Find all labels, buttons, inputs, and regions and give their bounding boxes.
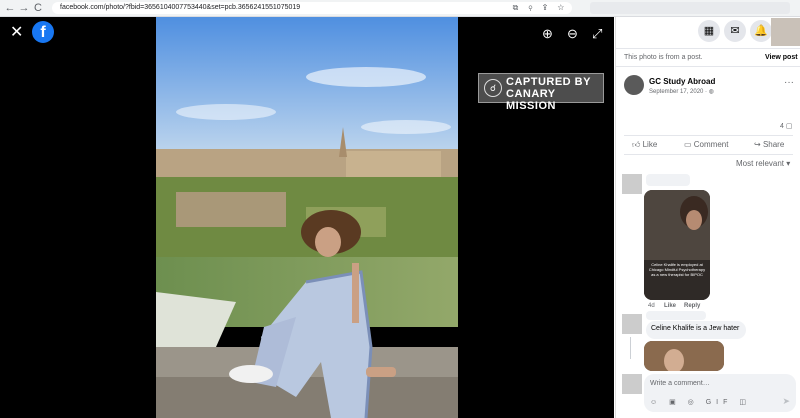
page-name[interactable]: GC Study Abroad bbox=[649, 77, 715, 86]
comment-icon: ▭ bbox=[684, 140, 694, 149]
comment-composer[interactable]: Write a comment… ☺ ▣ ◎ GIF ◫ ➤ bbox=[644, 374, 796, 412]
post-date[interactable]: September 17, 2020 · ◍ bbox=[649, 88, 714, 95]
forward-icon[interactable]: → bbox=[18, 1, 30, 15]
watermark-line-1: CAPTURED BY bbox=[506, 76, 591, 88]
commenter-name-redacted[interactable] bbox=[646, 311, 706, 320]
account-avatar[interactable] bbox=[771, 18, 800, 46]
comment-image-caption: Celine Khalife is employed at Chicago Mi… bbox=[648, 262, 706, 277]
divider bbox=[616, 66, 800, 67]
send-icon[interactable]: ➤ bbox=[782, 396, 790, 407]
like-label: Like bbox=[642, 140, 658, 149]
address-bar[interactable]: facebook.com/photo/?fbid=365610400775344… bbox=[52, 2, 572, 14]
comment-age[interactable]: 4d bbox=[648, 303, 655, 309]
close-icon[interactable]: ✕ bbox=[10, 25, 23, 41]
divider bbox=[616, 48, 800, 49]
reaction-count-value: 4 bbox=[780, 123, 784, 130]
address-bar-icons[interactable]: ⧉ ⚲ ⇪ ☆ bbox=[513, 2, 568, 14]
composer-attachment-icons[interactable]: ☺ ▣ ◎ GIF ◫ bbox=[650, 398, 751, 406]
commenter-name-redacted[interactable] bbox=[646, 174, 690, 186]
divider bbox=[624, 135, 793, 136]
comment-image-graphic bbox=[644, 341, 724, 371]
like-button[interactable]: 👍︎ Like bbox=[632, 140, 657, 150]
url-text: facebook.com/photo/?fbid=365610400775344… bbox=[60, 4, 301, 11]
comment-reply-link[interactable]: Reply bbox=[684, 303, 700, 309]
comment-like-link[interactable]: Like bbox=[664, 303, 676, 309]
divider bbox=[624, 154, 793, 155]
photo-viewer: ✕ f ⊕ ⊖ ⤢ ☌ CAPTURED BY CANARY MISSION bbox=[0, 17, 614, 418]
photo-source-info: This photo is from a post. bbox=[624, 54, 703, 61]
thumbs-up-icon: 👍︎ bbox=[632, 140, 643, 149]
thread-line bbox=[630, 337, 631, 359]
comment-button[interactable]: ▭ Comment bbox=[684, 140, 728, 149]
comment-bubble: Celine Khalife is a Jew hater bbox=[646, 311, 746, 339]
back-icon[interactable]: ← bbox=[4, 1, 16, 15]
share-button[interactable]: ↪ Share bbox=[754, 140, 784, 149]
messenger-icon[interactable]: ✉ bbox=[724, 20, 746, 42]
comment-sort-dropdown[interactable]: Most relevant ▾ bbox=[736, 159, 790, 168]
reload-icon[interactable]: C bbox=[32, 1, 44, 15]
more-options-icon[interactable]: ··· bbox=[784, 77, 794, 88]
zoom-out-icon[interactable]: ⊖ bbox=[567, 27, 578, 41]
comment-image[interactable]: Celine Khalife is employed at Chicago Mi… bbox=[644, 190, 710, 300]
browser-extensions-area bbox=[590, 2, 790, 14]
comment-label: Comment bbox=[693, 140, 729, 149]
page-avatar[interactable] bbox=[624, 75, 644, 95]
comment-image[interactable] bbox=[644, 341, 724, 371]
photo-image bbox=[156, 17, 458, 418]
commenter-avatar[interactable] bbox=[622, 174, 642, 194]
share-icon: ↪ bbox=[754, 140, 763, 149]
comment-count-icon: ▢ bbox=[785, 123, 793, 130]
notifications-bell-icon[interactable]: 🔔 bbox=[750, 20, 772, 42]
post-side-panel: ▦ ✉ 🔔 This photo is from a post. View po… bbox=[615, 17, 800, 418]
reaction-count[interactable]: 4 ▢ bbox=[780, 122, 792, 130]
share-label: Share bbox=[762, 140, 785, 149]
post-date-text: September 17, 2020 · bbox=[649, 89, 709, 95]
canary-mission-icon: ☌ bbox=[484, 79, 502, 97]
watermark-text: CAPTURED BY CANARY MISSION bbox=[506, 76, 603, 112]
browser-toolbar: ← → C facebook.com/photo/?fbid=365610400… bbox=[0, 0, 800, 17]
watermark: ☌ CAPTURED BY CANARY MISSION bbox=[478, 73, 604, 112]
fullscreen-icon[interactable]: ⤢ bbox=[592, 27, 602, 41]
comment-image-graphic bbox=[644, 190, 710, 300]
menu-grid-icon[interactable]: ▦ bbox=[698, 20, 720, 42]
photo[interactable] bbox=[156, 17, 458, 418]
globe-icon: ◍ bbox=[708, 89, 714, 95]
watermark-line-2: CANARY MISSION bbox=[506, 88, 556, 112]
current-user-avatar bbox=[622, 374, 642, 394]
zoom-in-icon[interactable]: ⊕ bbox=[542, 27, 553, 41]
facebook-logo-icon[interactable]: f bbox=[32, 21, 54, 43]
view-post-link[interactable]: View post bbox=[765, 54, 798, 61]
comment-input-placeholder[interactable]: Write a comment… bbox=[650, 380, 710, 387]
commenter-avatar[interactable] bbox=[622, 314, 642, 334]
comment-text: Celine Khalife is a Jew hater bbox=[651, 325, 740, 332]
